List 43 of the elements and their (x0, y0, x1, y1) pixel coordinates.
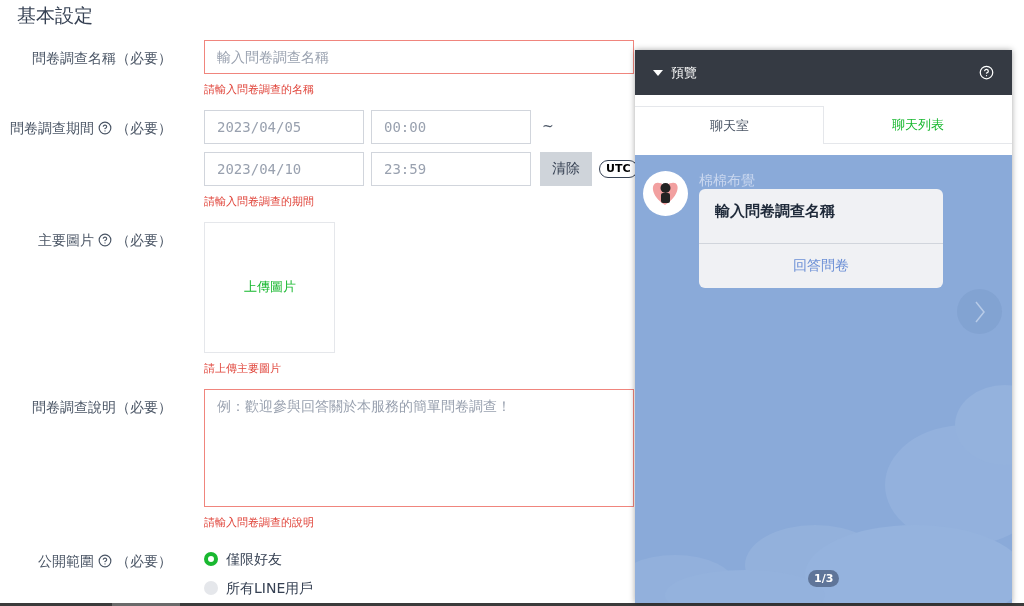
date-input[interactable]: 2023/04/05 (204, 109, 364, 144)
field-label: 問卷調查說明 (32, 397, 116, 417)
field-label: 主要圖片 (38, 230, 94, 250)
section-heading: 基本設定 (17, 3, 93, 28)
field-label: 問卷調查期間 (10, 118, 94, 138)
upload-link[interactable]: 上傳圖片 (243, 277, 296, 297)
time-input[interactable]: 23:59 (371, 151, 531, 186)
field-label: 問卷調查名稱 (32, 48, 116, 68)
collapse-caret-icon[interactable] (653, 69, 663, 76)
card-title: 輸入問卷調查名稱 (714, 201, 836, 222)
error-message: 請上傳主要圖片 (204, 361, 281, 376)
required-label: （必要） (116, 230, 172, 250)
help-icon[interactable] (98, 121, 112, 135)
field-label: 公開範圍 (38, 551, 94, 571)
preview-title: 預覽 (671, 63, 697, 82)
required-label: （必要） (116, 397, 172, 417)
sender-name: 棉棉布覺 (699, 171, 755, 189)
range-separator: ~ (542, 117, 554, 136)
date-input[interactable]: 2023/04/10 (204, 151, 364, 186)
chevron-right-icon (974, 300, 985, 323)
description-field[interactable]: 例：歡迎參與回答關於本服務的簡單問卷調查！ (204, 388, 634, 507)
answer-link[interactable]: 回答問卷 (699, 243, 943, 288)
error-message: 請輸入問卷調查的期間 (204, 194, 314, 209)
preview-tab[interactable]: 聊天列表 (824, 106, 1012, 144)
error-message: 請輸入問卷調查的說明 (204, 515, 314, 530)
required-label: （必要） (116, 551, 172, 571)
error-message: 請輸入問卷調查的名稱 (204, 82, 314, 97)
preview-tab[interactable]: 聊天室 (635, 106, 824, 144)
clear-button[interactable]: 清除 (540, 151, 592, 186)
radio-button[interactable] (204, 552, 218, 566)
required-label: （必要） (116, 118, 172, 138)
help-icon[interactable] (98, 233, 112, 247)
name-input[interactable]: 輸入問卷調查名稱 (204, 39, 634, 74)
radio-label: 僅限好友 (226, 549, 282, 569)
page-indicator: 1/3 (808, 570, 840, 587)
image-upload-area[interactable]: 上傳圖片 (204, 221, 335, 353)
required-label: （必要） (116, 48, 172, 68)
avatar-icon (643, 171, 688, 216)
radio-button[interactable] (204, 581, 218, 595)
scrollbar-thumb[interactable] (112, 603, 180, 606)
radio-label: 所有LINE用戶 (226, 578, 314, 598)
help-icon[interactable] (98, 554, 112, 568)
time-input[interactable]: 00:00 (371, 109, 531, 144)
